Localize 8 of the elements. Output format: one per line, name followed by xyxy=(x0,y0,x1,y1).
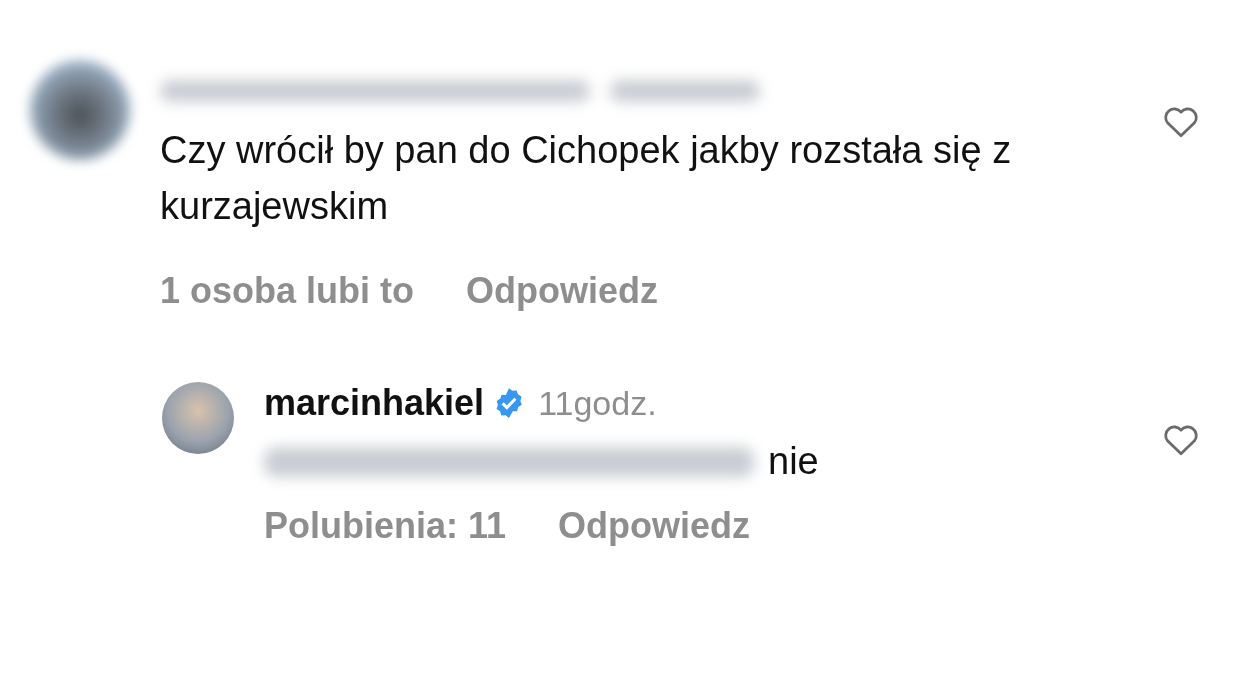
like-count: 1 osoba lubi to xyxy=(160,270,414,312)
comment-text: nie xyxy=(768,440,819,483)
reply-link[interactable]: Odpowiedz xyxy=(558,505,751,547)
reply-link[interactable]: Odpowiedz xyxy=(466,270,658,312)
username[interactable]: marcinhakiel xyxy=(264,382,485,424)
comment-text: Czy wrócił by pan do Cichopek jakby rozstała się z kurzajewskim xyxy=(160,128,1013,229)
like-count: Polubienia: 11 xyxy=(264,505,507,547)
comment-time: 11godz. xyxy=(538,383,657,423)
